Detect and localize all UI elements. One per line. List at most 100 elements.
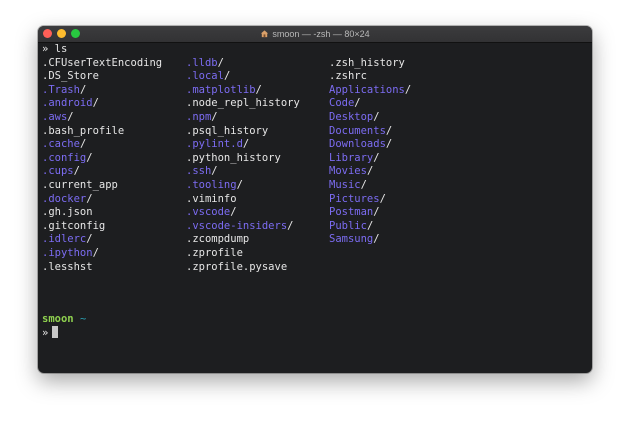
entry-name: .docker [42, 192, 87, 205]
directory-entry: Public/ [329, 220, 411, 234]
entry-name: .lesshst [42, 260, 93, 273]
directory-entry: .Trash/ [42, 84, 162, 98]
entry-name: .pylint.d [186, 138, 243, 151]
entry-name: .tooling [186, 178, 237, 191]
entry-name: .cups [42, 165, 74, 178]
directory-slash: / [373, 206, 380, 219]
command-text: ls [54, 43, 68, 55]
entry-name: Applications [329, 83, 405, 96]
entry-name: .local [186, 70, 224, 83]
directory-entry: .pylint.d/ [186, 138, 300, 152]
directory-slash: / [79, 83, 87, 96]
command-prompt-symbol: » [42, 43, 49, 55]
entry-name: .zsh_history [329, 56, 405, 69]
file-entry: .bash_profile [42, 125, 162, 139]
entry-name: .current_app [42, 178, 118, 191]
entry-name: .psql_history [186, 124, 269, 137]
file-entry: .gh.json [42, 206, 162, 220]
directory-entry: .vscode/ [186, 206, 300, 220]
directory-entry: Postman/ [329, 206, 411, 220]
entry-name: Library [329, 151, 374, 164]
directory-slash: / [366, 165, 374, 178]
entry-name: .CFUserTextEncoding [42, 56, 163, 69]
prompt-user: smoon [42, 313, 74, 325]
file-entry: .zshrc [329, 70, 411, 84]
terminal-content[interactable]: » ls .CFUserTextEncoding .DS_Store .Trash/… [42, 43, 588, 369]
directory-slash: / [67, 110, 74, 123]
directory-slash: / [287, 219, 294, 232]
file-entry: .current_app [42, 179, 162, 193]
directory-entry: Code/ [329, 97, 411, 111]
directory-entry: .npm/ [186, 111, 300, 125]
entry-name: .ssh [186, 165, 212, 178]
entry-name: .viminfo [186, 192, 237, 205]
directory-slash: / [217, 56, 224, 69]
directory-entry: .local/ [186, 70, 300, 84]
shell-prompt: smoon ~ [42, 313, 86, 325]
entry-name: .zshrc [329, 70, 367, 83]
entry-name: .zcompdump [186, 233, 250, 246]
directory-slash: / [373, 110, 380, 123]
file-entry: .gitconfig [42, 220, 162, 234]
entry-name: Samsung [329, 233, 374, 246]
directory-slash: / [73, 165, 80, 178]
file-entry: .zprofile.pysave [186, 261, 300, 275]
entry-name: .ipython [42, 246, 93, 259]
directory-slash: / [236, 178, 243, 191]
entry-name: Postman [329, 206, 374, 219]
directory-entry: .cups/ [42, 165, 162, 179]
directory-entry: .idlerc/ [42, 233, 162, 247]
directory-slash: / [242, 138, 250, 151]
entry-name: Code [329, 97, 355, 110]
file-entry: .psql_history [186, 125, 300, 139]
directory-slash: / [211, 165, 218, 178]
entry-name: Desktop [329, 110, 374, 123]
file-entry: .python_history [186, 152, 300, 166]
entry-name: .DS_Store [42, 70, 99, 83]
text-cursor [52, 326, 59, 338]
directory-entry: .matplotlib/ [186, 84, 300, 98]
entry-name: .bash_profile [42, 124, 125, 137]
entry-name: .node_repl_history [186, 97, 300, 110]
directory-slash: / [255, 83, 262, 96]
file-entry: .lesshst [42, 261, 162, 275]
entry-name: .matplotlib [186, 83, 256, 96]
ls-column: .lldb/.local/.matplotlib/.node_repl_hist… [186, 57, 300, 275]
directory-slash: / [211, 110, 218, 123]
entry-name: .gh.json [42, 206, 93, 219]
entry-name: .Trash [42, 83, 80, 96]
file-entry: .viminfo [186, 193, 300, 207]
entry-name: .config [42, 151, 87, 164]
directory-slash: / [385, 138, 393, 151]
directory-entry: .cache/ [42, 138, 162, 152]
entry-name: .cache [42, 138, 80, 151]
entry-name: .zprofile.pysave [186, 260, 288, 273]
directory-entry: Library/ [329, 152, 411, 166]
directory-entry: Music/ [329, 179, 411, 193]
directory-slash: / [373, 233, 380, 246]
directory-slash: / [223, 70, 231, 83]
directory-slash: / [86, 233, 93, 246]
title-bar[interactable]: smoon — -zsh — 80×24 [38, 26, 592, 43]
directory-slash: / [373, 151, 380, 164]
file-entry: .CFUserTextEncoding [42, 57, 162, 71]
entry-name: .gitconfig [42, 219, 106, 232]
entry-name: .zprofile [186, 246, 243, 259]
directory-entry: Pictures/ [329, 193, 411, 207]
directory-entry: .tooling/ [186, 179, 300, 193]
directory-slash: / [230, 206, 237, 219]
entry-name: Downloads [329, 138, 386, 151]
directory-slash: / [379, 192, 386, 205]
directory-slash: / [92, 97, 99, 110]
ls-column: .zsh_history .zshrc Applications/Code/Desk… [329, 57, 411, 247]
entry-name: .npm [186, 110, 212, 123]
directory-entry: Applications/ [329, 84, 411, 98]
entry-name: .python_history [186, 151, 281, 164]
input-line[interactable]: » [42, 326, 59, 340]
directory-entry: .config/ [42, 152, 162, 166]
directory-entry: Downloads/ [329, 138, 411, 152]
directory-entry: .ssh/ [186, 165, 300, 179]
window-title: smoon — -zsh — 80×24 [272, 29, 370, 39]
directory-slash: / [92, 246, 99, 259]
directory-slash: / [360, 178, 367, 191]
